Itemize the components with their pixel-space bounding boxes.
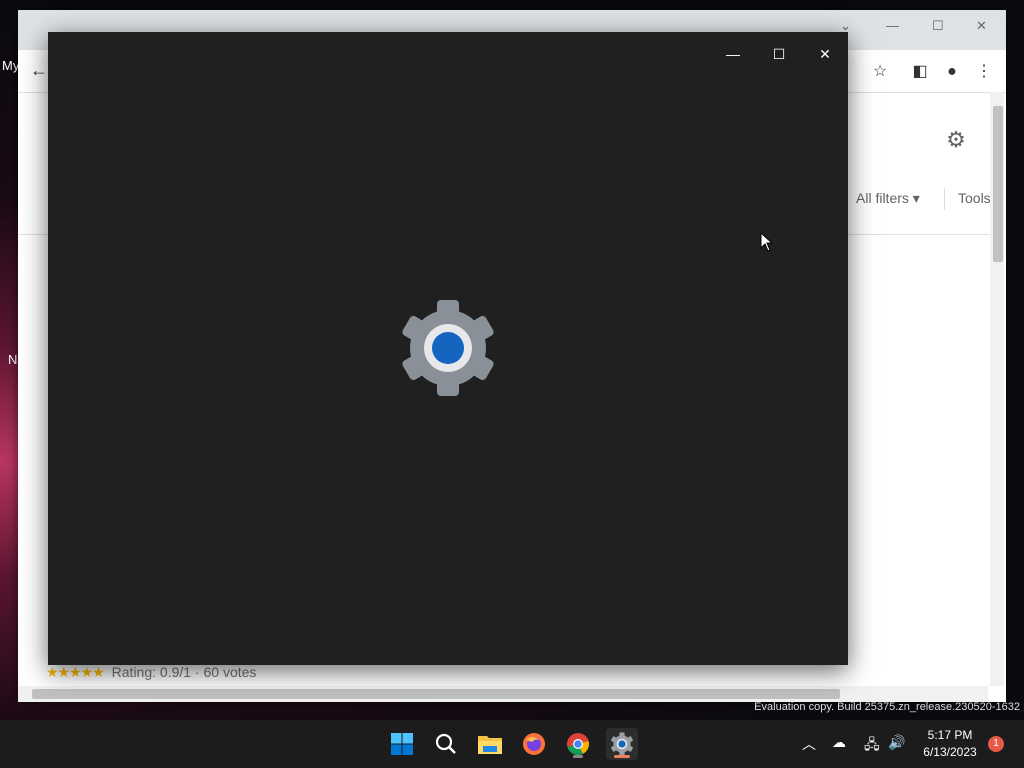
menu-icon[interactable]: ⋮	[974, 62, 994, 82]
settings-button[interactable]	[606, 728, 638, 760]
back-icon[interactable]: ←	[30, 60, 48, 81]
search-button[interactable]	[430, 728, 462, 760]
clock[interactable]: 5:17 PM 6/13/2023	[918, 727, 982, 761]
firefox-icon	[523, 733, 545, 755]
settings-icon	[611, 732, 633, 756]
divider	[944, 188, 945, 210]
active-indicator	[614, 755, 630, 758]
rating-text: Rating: 0.9/1 · 60 votes	[111, 664, 257, 680]
all-filters-label: All filters	[856, 190, 909, 206]
mouse-cursor-icon	[760, 232, 774, 252]
clock-time: 5:17 PM	[927, 728, 973, 742]
search-settings-gear-icon[interactable]: ⚙	[944, 128, 968, 152]
horizontal-scrollbar[interactable]	[18, 686, 988, 702]
minimize-icon[interactable]: —	[710, 38, 756, 70]
firefox-button[interactable]	[518, 728, 550, 760]
close-icon[interactable]: ✕	[802, 38, 848, 70]
start-button[interactable]	[386, 728, 418, 760]
windows-start-icon	[391, 733, 413, 755]
minimize-icon[interactable]: —	[886, 18, 899, 33]
all-filters-button[interactable]: All filters ▾	[856, 190, 920, 207]
volume-icon[interactable]: 🔊	[888, 734, 905, 751]
onedrive-icon[interactable]: ☁	[832, 734, 846, 751]
tools-button[interactable]: Tools	[958, 190, 991, 206]
taskbar: ︿ ☁ 🖧 🔊 5:17 PM 6/13/2023 1	[0, 720, 1024, 768]
maximize-icon[interactable]: ☐	[756, 38, 802, 70]
file-explorer-icon	[478, 736, 502, 754]
scroll-thumb[interactable]	[993, 106, 1003, 262]
settings-gear-icon	[402, 300, 494, 396]
file-explorer-button[interactable]	[474, 728, 506, 760]
notification-badge[interactable]: 1	[988, 736, 1004, 752]
network-icon[interactable]: 🖧	[864, 734, 880, 758]
running-indicator	[573, 755, 583, 758]
bookmark-star-icon[interactable]: ☆	[870, 62, 890, 82]
rating-stars: ★★★★★	[46, 664, 105, 680]
desktop-label: My	[2, 58, 20, 73]
clock-date: 6/13/2023	[923, 745, 977, 759]
profile-icon[interactable]: ●	[942, 62, 962, 82]
chrome-button[interactable]	[562, 728, 594, 760]
vertical-scrollbar[interactable]	[990, 92, 1004, 686]
scroll-thumb[interactable]	[32, 689, 840, 699]
show-hidden-icons-chevron-icon[interactable]: ︿	[802, 734, 816, 754]
chrome-icon	[567, 733, 589, 755]
close-icon[interactable]: ✕	[976, 18, 987, 34]
side-panel-icon[interactable]: ◧	[910, 62, 930, 82]
maximize-icon[interactable]: ☐	[932, 18, 944, 34]
settings-window: — ☐ ✕	[48, 32, 848, 665]
rating-snippet: ★★★★★ Rating: 0.9/1 · 60 votes	[46, 664, 256, 681]
search-icon	[435, 733, 456, 754]
evaluation-watermark: Evaluation copy. Build 25375.zn_release.…	[754, 701, 1020, 713]
desktop-label: N	[8, 352, 18, 367]
